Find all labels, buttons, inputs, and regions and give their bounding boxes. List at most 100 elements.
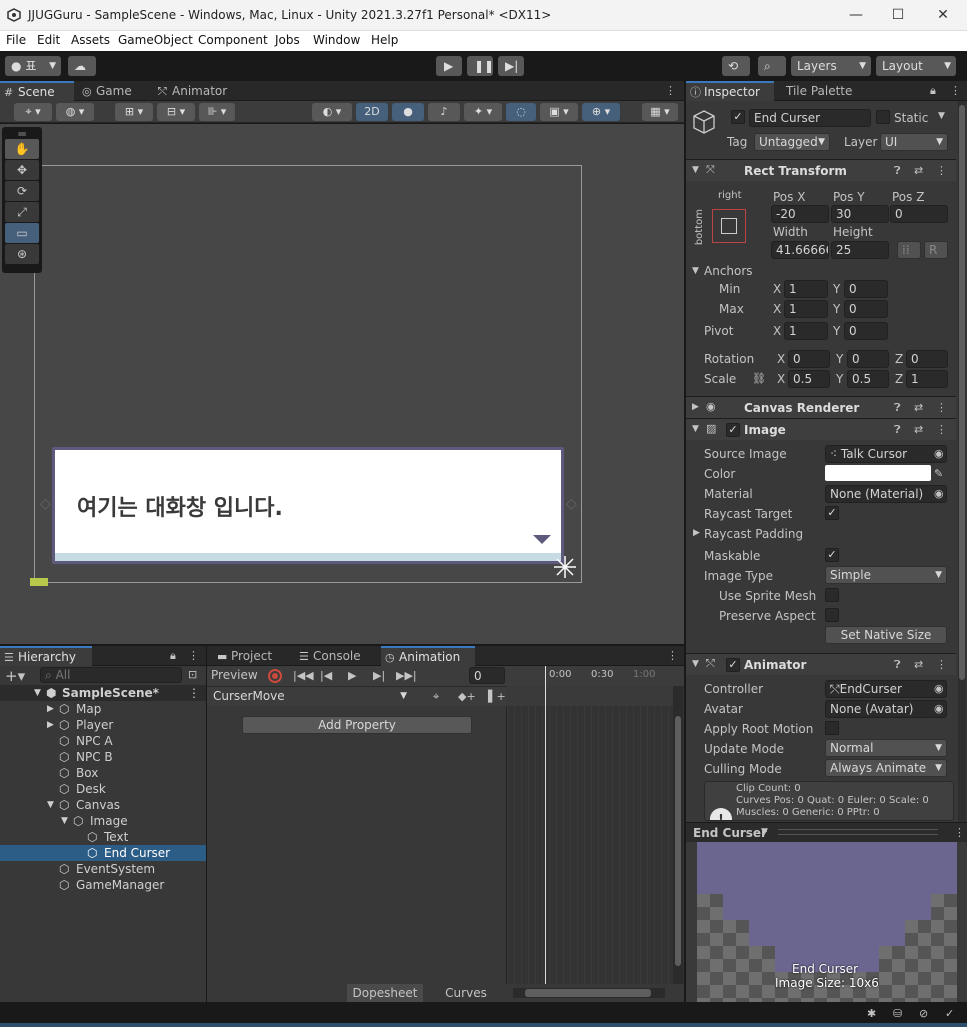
constrain-proportions-icon[interactable]: ⛓︎ [752, 372, 766, 385]
play-icon[interactable]: ▶ [348, 669, 356, 682]
dopesheet-button[interactable]: Dopesheet [347, 984, 423, 1002]
menu-gameobject[interactable]: GameObject [118, 33, 193, 47]
image-type-dropdown[interactable]: Simple ▼ [825, 566, 947, 584]
global-toggle[interactable]: ◍ ▾ [56, 103, 94, 121]
static-checkbox[interactable] [876, 110, 890, 124]
pivot-handle-icon[interactable] [553, 555, 577, 579]
hand-tool-icon[interactable]: ✋ [5, 139, 39, 159]
scale-y-field[interactable]: 0.5 [847, 370, 889, 388]
hierarchy-item-eventsystem[interactable]: ⬡ EventSystem [0, 861, 206, 877]
culling-mode-dropdown[interactable]: Always Animate ▼ [825, 759, 947, 777]
menu-jobs[interactable]: Jobs [275, 33, 300, 47]
close-button[interactable]: ✕ [933, 6, 953, 24]
effects-dropdown[interactable]: ✦ ▾ [464, 103, 502, 121]
timeline-scrollbar-h[interactable] [513, 988, 665, 998]
foldout-open-icon[interactable]: ▼ [692, 424, 699, 434]
foldout-closed-icon[interactable]: ▶ [693, 528, 700, 538]
2d-toggle[interactable]: 2D [356, 103, 388, 121]
filter-keyframes-icon[interactable]: ⌖ [433, 690, 439, 704]
tab-game[interactable]: ◎ Game [78, 81, 154, 101]
animator-header[interactable]: ▼ ⤲ ✓ Animator ❓︎ ⇄ ⋮ [686, 653, 956, 675]
foldout-closed-icon[interactable]: ▶ [692, 402, 699, 412]
scene-view[interactable]: 여기는 대화창 입니다. ◇ ◇ [0, 124, 684, 644]
max-x-field[interactable]: 1 [784, 300, 828, 318]
audio-toggle[interactable]: ♪ [428, 103, 460, 121]
posy-field[interactable]: 30 [831, 205, 889, 223]
presets-icon[interactable]: ⇄ [914, 164, 923, 177]
rect-tool-icon[interactable]: ▭ [5, 223, 39, 243]
cloud-button[interactable]: ☁ [68, 56, 96, 76]
presets-icon[interactable]: ⇄ [914, 658, 923, 671]
rot-y-field[interactable]: 0 [847, 350, 889, 368]
step-button[interactable]: ▶| [498, 56, 524, 76]
right-handle-icon[interactable]: ◇ [566, 496, 577, 514]
rotate-tool-icon[interactable]: ⟳ [5, 181, 39, 201]
more-options-icon[interactable]: ⋮ [188, 649, 199, 662]
prev-keyframe-icon[interactable]: |◀ [320, 669, 332, 682]
object-picker-icon[interactable]: ◉ [934, 702, 944, 715]
hierarchy-item-image[interactable]: ▼ ⬡ Image [0, 813, 206, 829]
rot-x-field[interactable]: 0 [788, 350, 830, 368]
preserve-aspect-checkbox[interactable] [825, 608, 839, 622]
use-sprite-mesh-checkbox[interactable] [825, 588, 839, 602]
record-button[interactable] [268, 669, 282, 683]
menu-component[interactable]: Component [198, 33, 268, 47]
rect-transform-header[interactable]: ▼ ⤧ Rect Transform ❓︎ ⇄ ⋮ [686, 159, 956, 181]
add-icon[interactable]: +▾ [5, 667, 25, 685]
maskable-checkbox[interactable]: ✓ [825, 548, 839, 562]
canvas-renderer-header[interactable]: ▶ ◉ Canvas Renderer ❓︎ ⇄ ⋮ [686, 396, 956, 418]
tab-animation[interactable]: ◷ Animation [381, 646, 475, 666]
blueprint-mode-button[interactable]: ⁞⁞ [897, 241, 921, 259]
more-options-icon[interactable]: ⋮ [936, 164, 947, 177]
anchor-presets-button[interactable] [712, 209, 746, 243]
lighting-toggle[interactable]: ● [392, 103, 424, 121]
hierarchy-item-text[interactable]: ⬡ Text [0, 829, 206, 845]
more-options-icon[interactable]: ⋮ [950, 84, 961, 97]
network-icon[interactable]: ⊘ [919, 1007, 928, 1020]
cache-icon[interactable]: ⛁ [893, 1007, 902, 1020]
camera-dropdown[interactable]: ▣ ▾ [540, 103, 578, 121]
static-dropdown-icon[interactable]: ▼ [938, 111, 945, 121]
first-keyframe-icon[interactable]: |◀◀ [293, 669, 314, 682]
tab-animator[interactable]: ⤲ Animator [154, 81, 244, 101]
raycast-target-checkbox[interactable]: ✓ [825, 506, 839, 520]
menu-window[interactable]: Window [313, 33, 360, 47]
dopesheet-area[interactable] [507, 666, 684, 984]
object-name-field[interactable]: End Curser [749, 109, 871, 127]
hierarchy-item-npc-a[interactable]: ⬡ NPC A [0, 733, 206, 749]
tab-hierarchy[interactable]: ☰ Hierarchy [0, 646, 92, 666]
increment-snap-toggle[interactable]: ⊟ ▾ [157, 103, 195, 121]
object-picker-icon[interactable]: ◉ [934, 682, 944, 695]
tab-inspector[interactable]: ⓘ Inspector [686, 81, 774, 101]
preview-toggle[interactable]: Preview [211, 668, 258, 682]
hierarchy-item-canvas[interactable]: ▼ ⬡ Canvas [0, 797, 206, 813]
hierarchy-item-box[interactable]: ⬡ Box [0, 765, 206, 781]
transform-tool-icon[interactable]: ⊛ [5, 244, 39, 264]
history-button[interactable]: ⟲ [722, 56, 750, 76]
hierarchy-item-gamemanager[interactable]: ⬡ GameManager [0, 877, 206, 893]
tab-console[interactable]: ☰ Console [295, 646, 379, 666]
posx-field[interactable]: -20 [771, 205, 829, 223]
grid-snap-toggle[interactable]: ⊞ ▾ [115, 103, 153, 121]
foldout-closed-icon[interactable]: ▶ [47, 717, 54, 733]
more-options-icon[interactable]: ⋮ [936, 423, 947, 436]
avatar-field[interactable]: None (Avatar) [825, 700, 947, 718]
clip-dropdown[interactable]: CurserMove ▼ [208, 687, 412, 705]
add-property-button[interactable]: Add Property [242, 716, 472, 734]
min-y-field[interactable]: 0 [844, 280, 888, 298]
drag-handle-icon[interactable]: ═ [5, 128, 39, 140]
controller-field[interactable]: ⤲EndCurser [825, 680, 947, 698]
check-icon[interactable]: ✓ [945, 1007, 954, 1020]
more-options-icon[interactable]: ⋮ [188, 685, 200, 701]
image-enabled-checkbox[interactable]: ✓ [726, 423, 740, 437]
tab-scene[interactable]: # Scene [0, 81, 74, 101]
move-tool-icon[interactable]: ✥ [5, 160, 39, 180]
tab-project[interactable]: ▬ Project [213, 646, 291, 666]
help-icon[interactable]: ❓︎ [894, 164, 901, 178]
more-options-icon[interactable]: ⋮ [667, 649, 678, 662]
frame-field[interactable]: 0 [469, 667, 505, 684]
pivot-y-field[interactable]: 0 [844, 322, 888, 340]
scale-z-field[interactable]: 1 [906, 370, 948, 388]
help-icon[interactable]: ❓︎ [894, 658, 901, 672]
anchors-foldout-icon[interactable]: ▼ [692, 266, 699, 276]
